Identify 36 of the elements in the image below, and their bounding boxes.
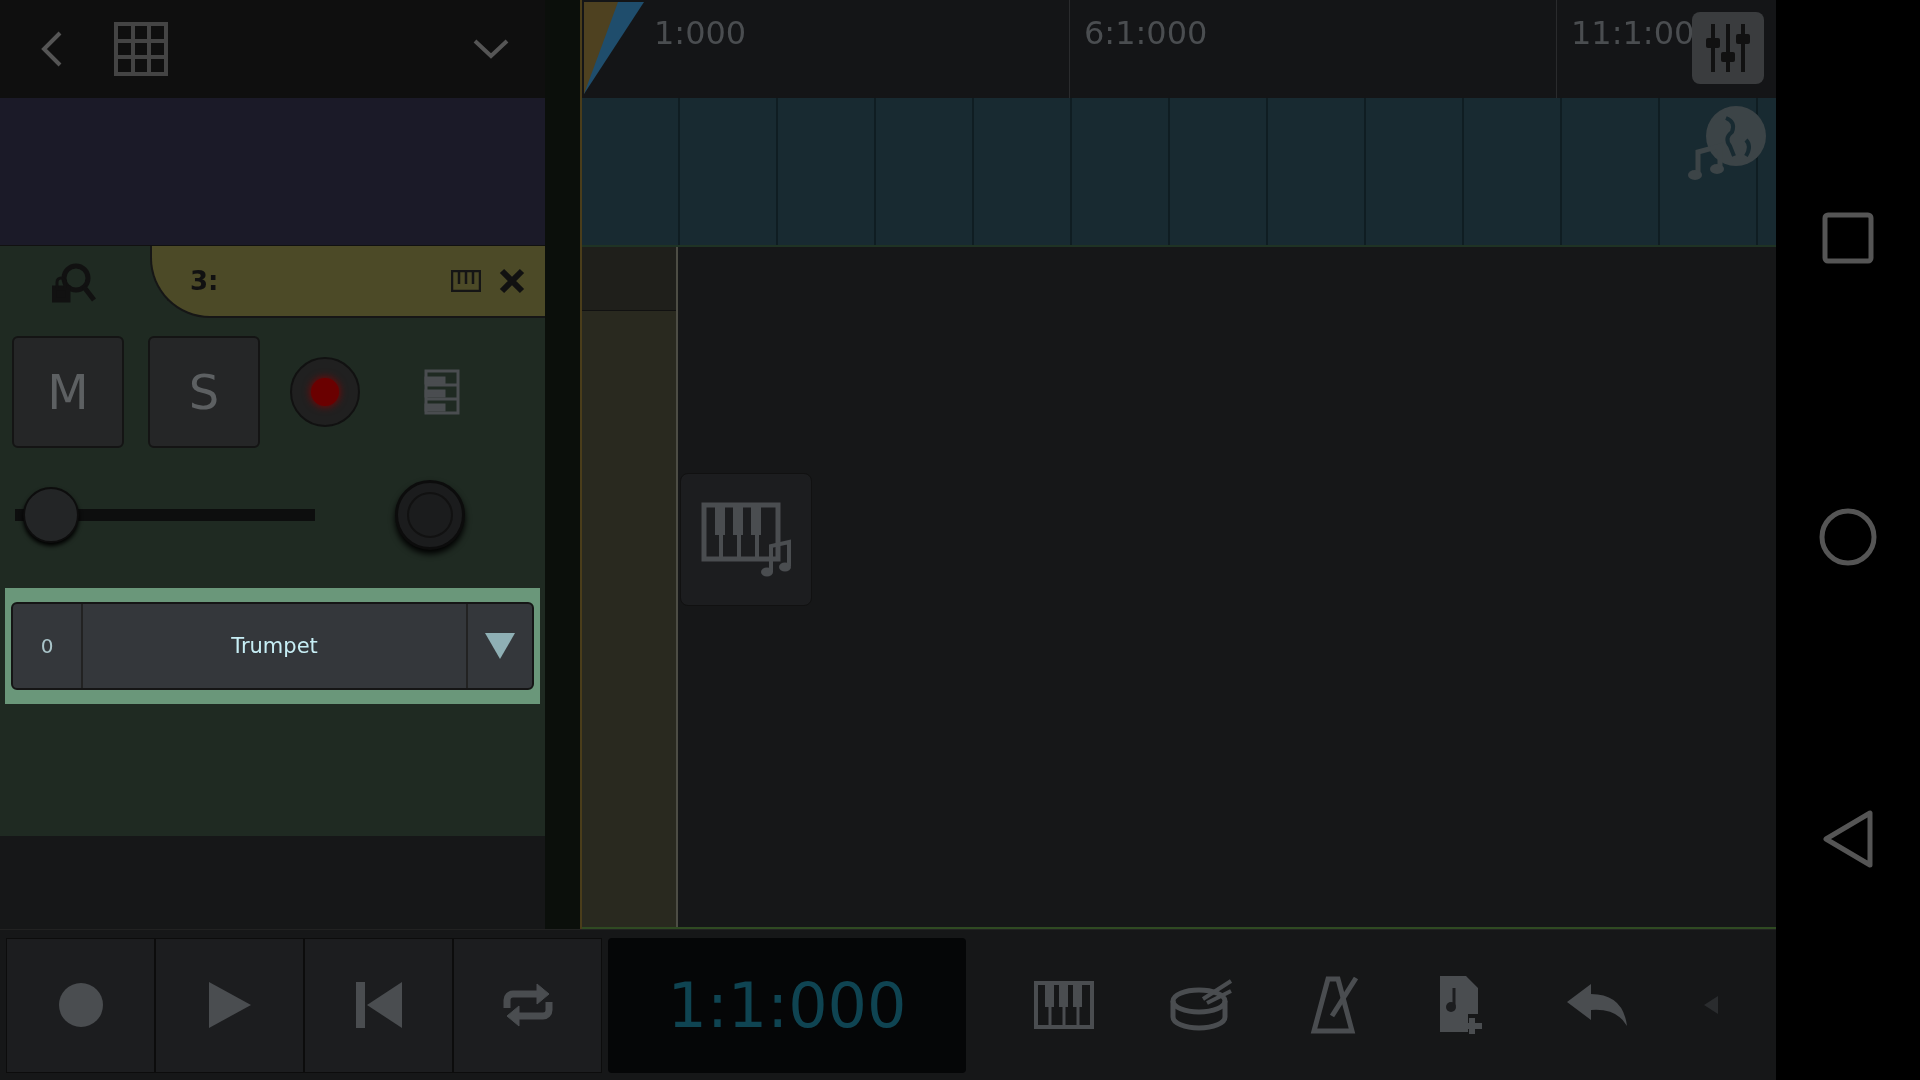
play-icon [208,982,251,1029]
pan-knob[interactable] [395,480,465,550]
track-region[interactable] [582,98,1776,247]
skip-back-button[interactable] [304,937,453,1073]
chevron-down-icon[interactable] [473,38,509,60]
triangle-down-icon [483,631,517,661]
clip-strip[interactable] [582,247,678,928]
instrument-name[interactable]: Trumpet [83,604,466,688]
record-button[interactable] [6,937,155,1073]
piano-icon[interactable] [451,270,481,292]
slider-thumb[interactable] [22,487,79,543]
back-icon[interactable] [1822,810,1874,868]
ruler-label: 1:000 [654,14,747,52]
record-icon [57,982,104,1029]
instrument-button[interactable] [680,473,812,606]
track-tab[interactable]: 3: [150,246,545,318]
loop-button[interactable] [453,937,602,1073]
mixer-icon[interactable] [1692,12,1764,84]
piano-icon[interactable] [1033,981,1094,1030]
home-icon[interactable] [1819,508,1877,566]
track-number: 3: [190,266,220,296]
back-icon[interactable] [40,29,64,69]
channel-number: 0 [13,604,83,688]
close-icon[interactable] [499,268,525,294]
ruler-label: 6:1:000 [1084,14,1208,52]
play-button[interactable] [155,937,304,1073]
time-display: 1:1:000 [608,937,966,1073]
grid-icon[interactable] [114,22,168,76]
playhead-marker[interactable] [582,0,646,96]
skip-back-icon [355,982,402,1029]
recents-icon[interactable] [1822,212,1874,264]
keyboard-icon[interactable] [424,369,460,415]
mute-button[interactable]: M [12,336,124,448]
ruler-label: 11:1:00 [1571,14,1695,52]
piano-music-icon [701,501,791,578]
solo-button[interactable]: S [148,336,260,448]
